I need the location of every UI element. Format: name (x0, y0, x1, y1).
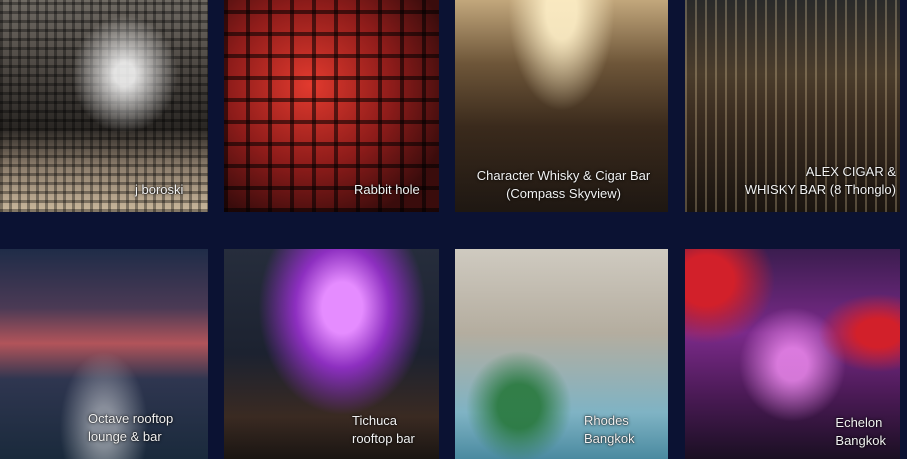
tile-character-whisky-cigar-bar[interactable]: Character Whisky & Cigar Bar (Compass Sk… (455, 0, 668, 212)
caption-alex-cigar-whisky-bar: ALEX CIGAR & WHISKY BAR (8 Thonglo) (744, 164, 896, 197)
tile-echelon-bangkok[interactable]: Echelon Bangkok (685, 249, 900, 459)
photo-rhodes-bangkok (455, 249, 668, 459)
caption-rhodes-bangkok: Rhodes Bangkok (584, 413, 635, 446)
caption-j-boroski: j boroski (135, 182, 184, 197)
tile-alex-cigar-whisky-bar[interactable]: ALEX CIGAR & WHISKY BAR (8 Thonglo) (685, 0, 900, 212)
tile-j-boroski[interactable]: j boroski (0, 0, 208, 212)
tile-octave-rooftop[interactable]: Octave rooftop lounge & bar (0, 249, 208, 459)
bar-gallery-grid: j boroski Rabbit hole Character Whisky &… (0, 0, 907, 459)
caption-character-whisky-cigar-bar: Character Whisky & Cigar Bar (Compass Sk… (476, 168, 651, 201)
tile-tichuca-rooftop[interactable]: Tichuca rooftop bar (224, 249, 439, 459)
tile-rabbit-hole[interactable]: Rabbit hole (224, 0, 439, 212)
tile-rhodes-bangkok[interactable]: Rhodes Bangkok (455, 249, 668, 459)
caption-rabbit-hole: Rabbit hole (354, 182, 420, 197)
caption-echelon-bangkok: Echelon Bangkok (835, 415, 886, 448)
caption-octave-rooftop: Octave rooftop lounge & bar (88, 411, 174, 444)
caption-tichuca-rooftop: Tichuca rooftop bar (352, 413, 415, 446)
